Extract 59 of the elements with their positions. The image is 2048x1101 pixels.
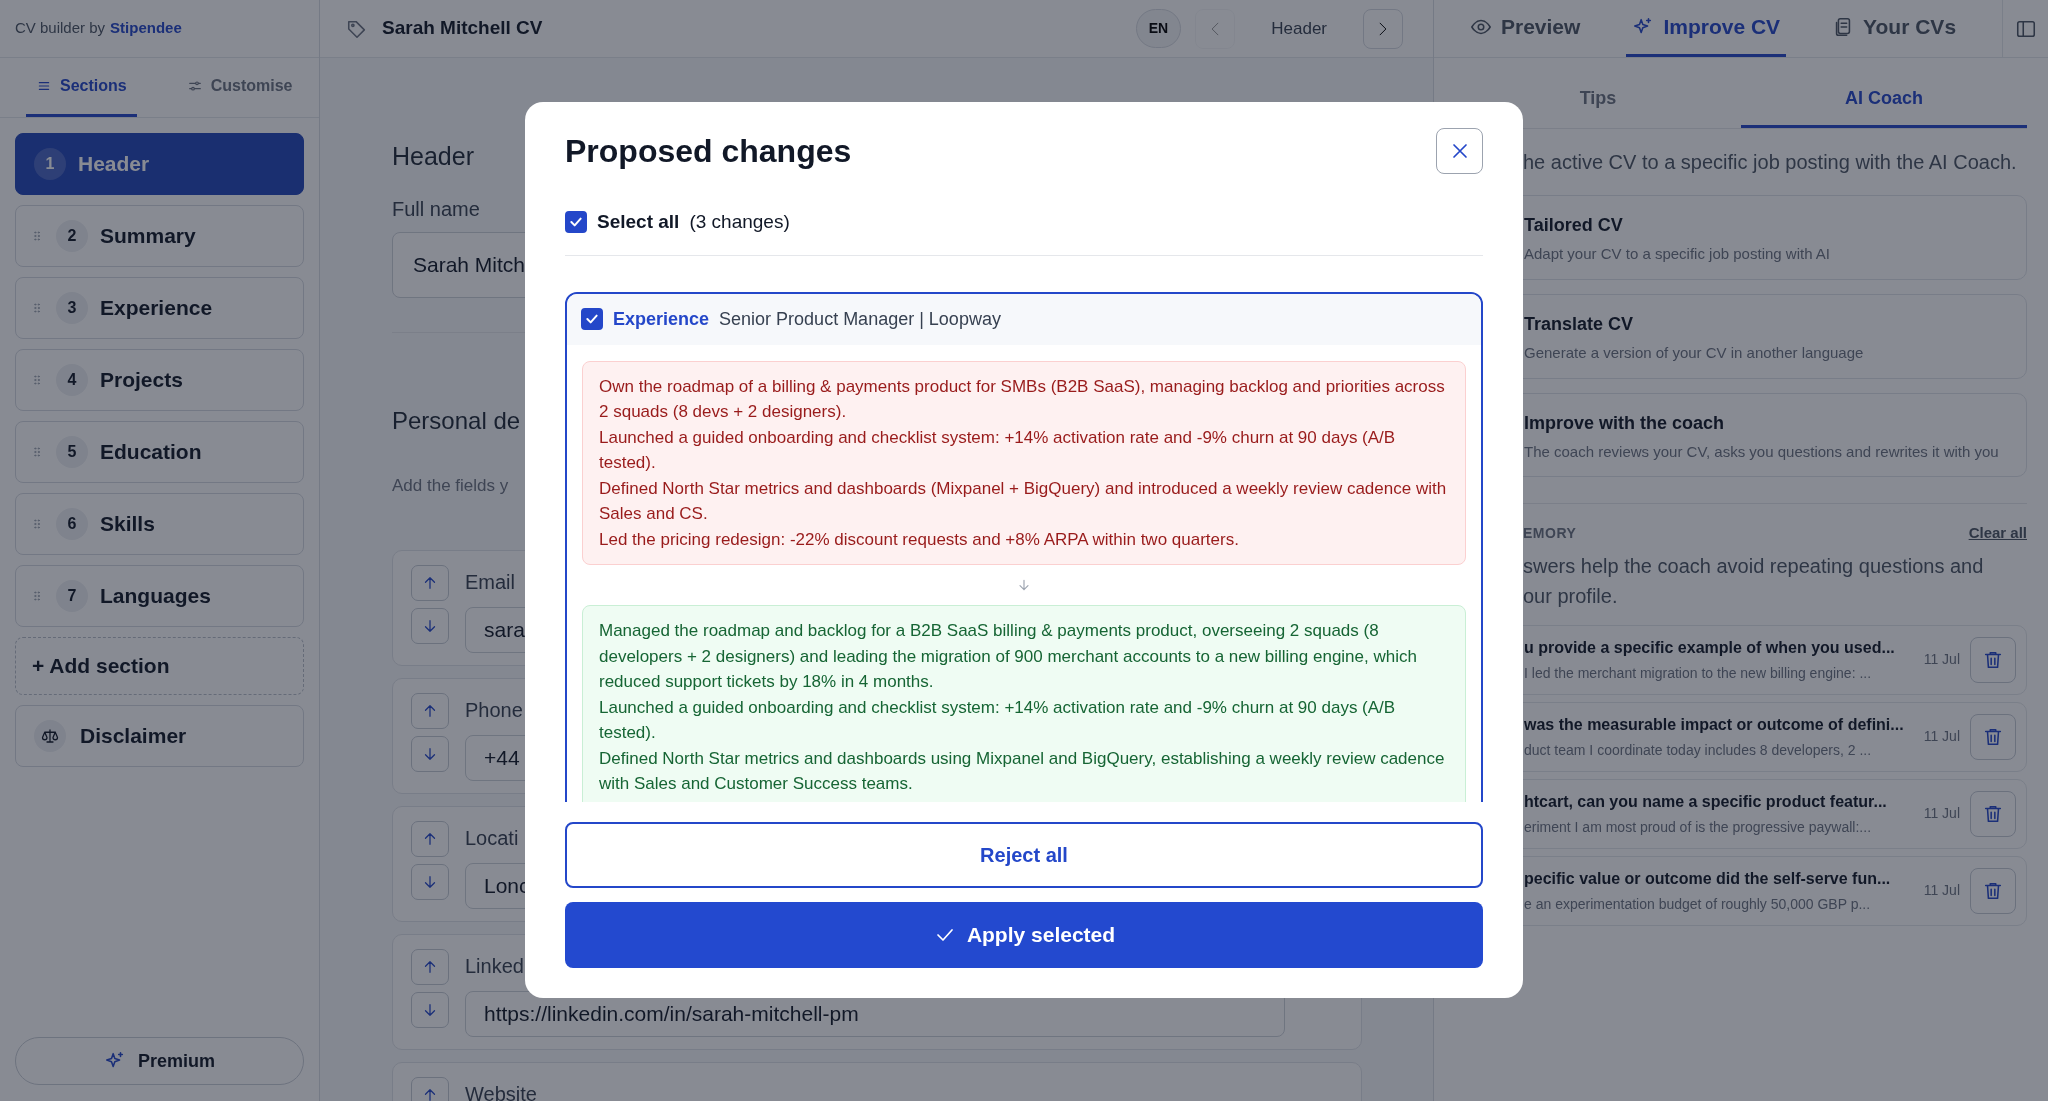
added-line: Defined North Star metrics and dashboards using Mixpanel and BigQuery, establishing a weekly review cadence with Sales and Customer Success teams. (599, 747, 1446, 795)
memory-description: swers help the coach avoid repeating questions and our profile. (1523, 553, 1985, 609)
change-section: Experience (613, 305, 710, 333)
dialog-title: Proposed changes (565, 131, 852, 171)
section-number: 3 (56, 292, 88, 324)
memory-question: pecific value or outcome did the self-serve fun... (1524, 868, 1892, 889)
section-number: 6 (56, 508, 88, 540)
memory-answer: e an experimentation budget of roughly 50,000 GBP p... (1524, 894, 1872, 914)
section-label: Summary (100, 223, 196, 250)
memory-date: 11 Jul (1923, 727, 1960, 747)
field-label: Website (465, 1082, 537, 1101)
tool-description: Adapt your CV to a specific job posting with AI (1524, 244, 1831, 264)
removed-line: Defined North Star metrics and dashboards (Mixpanel + BigQuery) and introduced a weekly review cadence with Sales and CS. (599, 477, 1448, 525)
select-all-label: Select all (597, 210, 680, 234)
brand-name: Stipendee (110, 18, 182, 39)
memory-answer: duct team I coordinate today includes 8 developers, 2 ... (1524, 740, 1873, 760)
brand-prefix: CV builder by (15, 18, 106, 39)
section-label: Projects (100, 367, 183, 394)
section-number: 4 (56, 364, 88, 396)
change-target: Senior Product Manager | Loopway (719, 307, 1001, 331)
section-number: 7 (56, 580, 88, 612)
field-label: Email (465, 570, 515, 595)
tool-title: Improve with the coach (1524, 411, 1726, 435)
disclaimer-label: Disclaimer (80, 723, 187, 750)
field-label: Full name (392, 196, 480, 222)
memory-date: 11 Jul (1923, 881, 1960, 901)
section-hint: Add the fields y (392, 474, 509, 497)
tool-description: Generate a version of your CV in another language (1524, 342, 1865, 363)
memory-question: htcart, can you name a specific product featur... (1524, 791, 1888, 812)
tool-title: Tailored CV (1524, 214, 1624, 237)
section-label: Education (100, 439, 202, 466)
field-label: Locati (465, 826, 519, 851)
memory-date: 11 Jul (1923, 804, 1960, 824)
tool-title: Translate CV (1524, 312, 1635, 336)
section-number: 2 (56, 220, 88, 252)
section-title: Personal de (392, 405, 521, 436)
section-label: Header (78, 151, 150, 178)
tool-description: The coach reviews your CV, asks you questions and rewrites it with you (1524, 441, 2000, 462)
intro-text: he active CV to a specific job posting with the AI Coach. (1523, 150, 2018, 175)
cv-title: Sarah Mitchell CV (382, 16, 543, 41)
memory-question: u provide a specific example of when you used... (1524, 637, 1896, 658)
memory-question: was the measurable impact or outcome of defini... (1524, 714, 1905, 735)
field-label: Linked (465, 954, 524, 979)
section-title: Header (392, 141, 474, 172)
section-label: Experience (100, 295, 213, 322)
change-count: (3 changes) (689, 210, 790, 234)
section-label: Skills (100, 511, 155, 538)
removed-line: Own the roadmap of a billing & payments product for SMBs (B2B SaaS), managing backlog and priorities across 2 squads (8 devs + 2 designers). (599, 375, 1446, 423)
memory-answer: eriment I am most proud of is the progressive paywall:... (1524, 817, 1873, 837)
section-number: 5 (56, 436, 88, 468)
section-label: Languages (100, 583, 211, 610)
field-label: Phone (465, 698, 523, 723)
current-section: Header (1249, 15, 1349, 42)
memory-heading: EMORY (1523, 524, 1577, 543)
added-line: Managed the roadmap and backlog for a B2B SaaS billing & payments product, overseeing 2 squads (8 developers + 2 designers) and leading the migration of 900 merchant accounts to a new billing engine, which reduced support tickets by 18% in 4 months. (599, 620, 1418, 693)
added-line: Launched a guided onboarding and checklist system: +14% activation rate and -9% churn at 90 days (A/B tested). (599, 696, 1397, 744)
removed-line: Launched a guided onboarding and checklist system: +14% activation rate and -9% churn at 90 days (A/B tested). (599, 426, 1397, 474)
memory-date: 11 Jul (1923, 650, 1960, 670)
removed-line: Led the pricing redesign: -22% discount requests and +8% ARPA within two quarters. (599, 528, 1240, 551)
